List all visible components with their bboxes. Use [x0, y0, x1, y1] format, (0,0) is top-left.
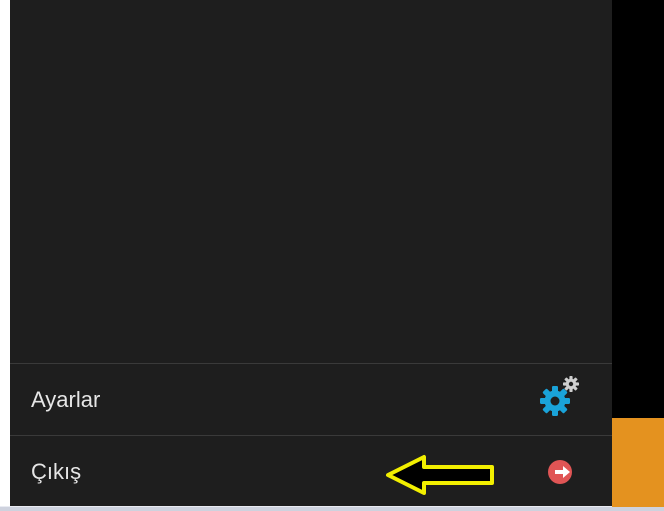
- right-dark-region: [612, 0, 664, 418]
- logout-icon[interactable]: [538, 450, 582, 494]
- menu-item-settings[interactable]: Ayarlar: [10, 363, 612, 435]
- menu-item-logout[interactable]: Çıkış: [10, 435, 612, 507]
- menu-empty-area: [10, 0, 612, 363]
- gears-icon[interactable]: [534, 372, 584, 422]
- left-gutter: [0, 0, 10, 506]
- bottom-background-stripe: [0, 507, 664, 511]
- annotation-arrow-icon: [384, 454, 498, 496]
- menu-item-logout-label: Çıkış: [31, 459, 82, 484]
- menu-item-settings-label: Ayarlar: [31, 387, 101, 412]
- right-accent-region: [612, 418, 664, 511]
- side-menu-panel: Ayarlar Çıkış: [10, 0, 612, 506]
- screen: Ayarlar Çıkış: [0, 0, 664, 511]
